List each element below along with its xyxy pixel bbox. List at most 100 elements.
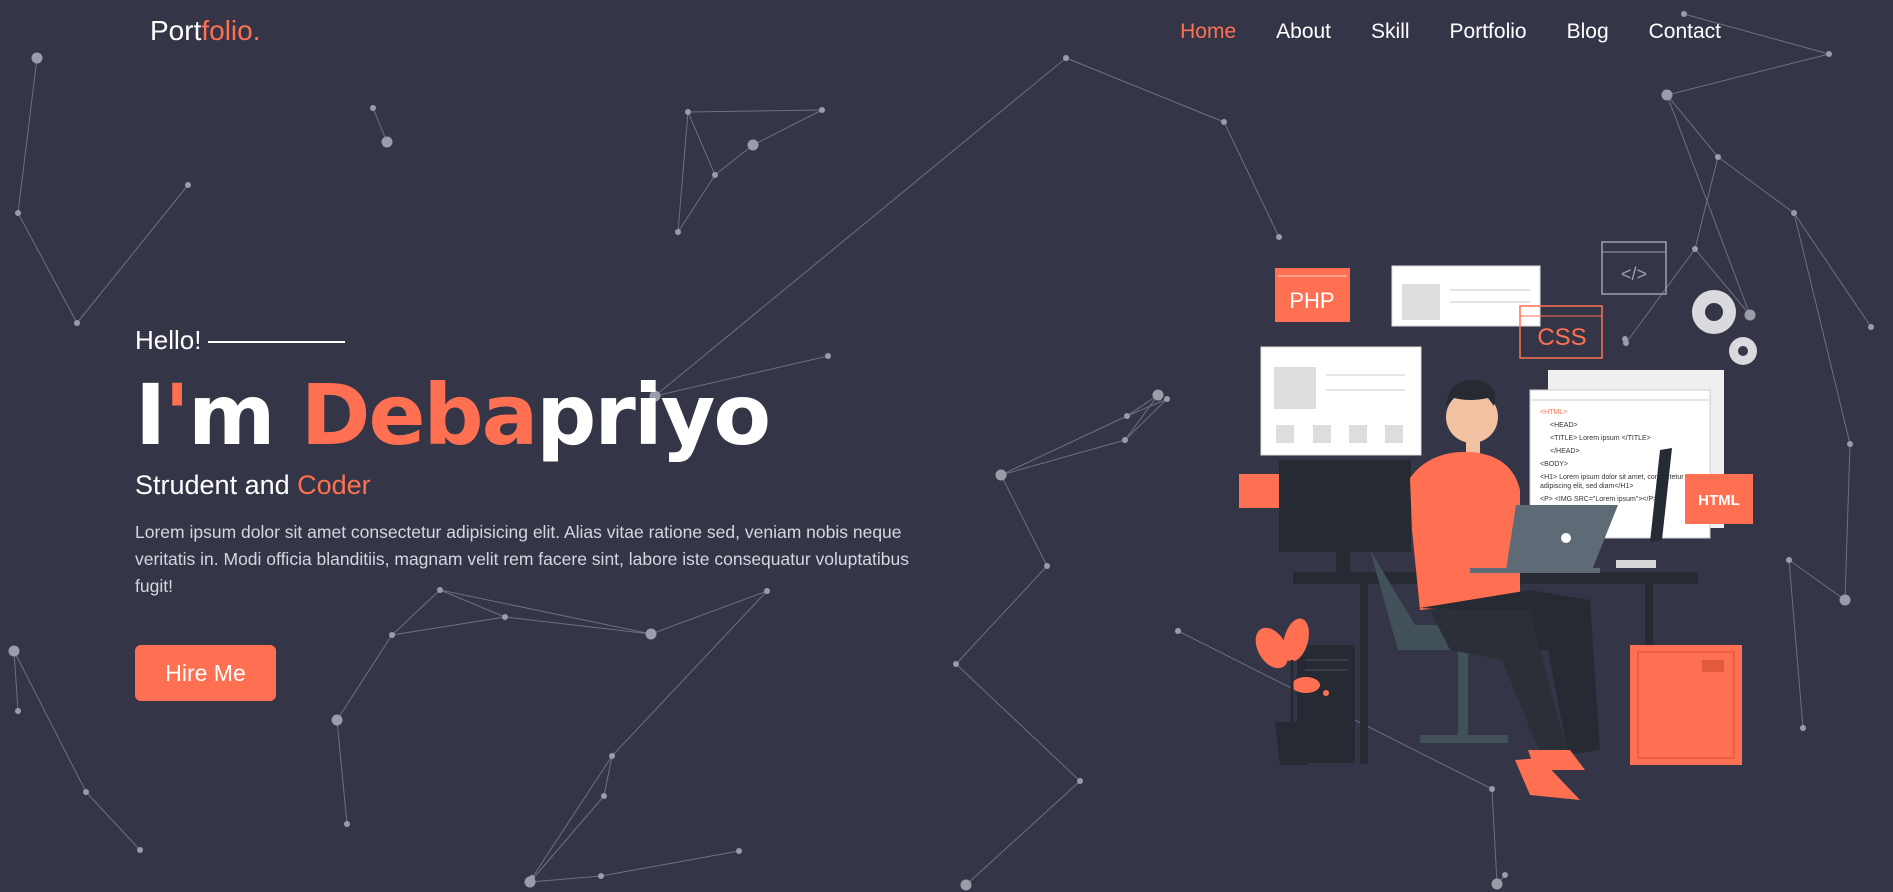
hero-section: Hello! I'm Debapriyo Strudent and Coder … <box>135 325 935 701</box>
nav-skill[interactable]: Skill <box>1371 20 1410 44</box>
code-line: <HEAD> <box>1550 422 1578 429</box>
network-node <box>1152 389 1164 401</box>
network-node <box>370 105 376 111</box>
php-badge: PHP <box>1275 268 1350 322</box>
network-line <box>1223 121 1280 238</box>
logo[interactable]: Portfolio. <box>150 15 261 47</box>
network-node <box>137 847 143 853</box>
greeting-text: Hello! <box>135 325 202 355</box>
gear-icon <box>1692 290 1757 365</box>
network-line <box>1000 439 1126 476</box>
developer-illustration: PHP CSS </> <HTML> <HEAD> <TITLE> Lorem … <box>1239 241 1757 800</box>
network-node <box>15 708 21 714</box>
network-line <box>1124 394 1159 441</box>
network-node <box>609 753 615 759</box>
nav-home[interactable]: Home <box>1180 20 1236 44</box>
navbar: Portfolio. Home About Skill Portfolio Bl… <box>0 0 1893 66</box>
html-label: HTML <box>1698 492 1740 509</box>
network-node <box>712 172 718 178</box>
network-node <box>185 182 191 188</box>
network-node <box>529 875 535 881</box>
network-node <box>601 793 607 799</box>
network-node <box>1122 437 1128 443</box>
nav-contact[interactable]: Contact <box>1649 20 1721 44</box>
network-line <box>504 616 652 635</box>
network-node <box>344 821 350 827</box>
network-node <box>1868 324 1874 330</box>
network-line <box>687 111 716 176</box>
network-node <box>1221 119 1227 125</box>
main-nav: Home About Skill Portfolio Blog Contact <box>1180 20 1721 44</box>
subtitle-plain: Strudent and <box>135 470 298 500</box>
network-node <box>1800 725 1806 731</box>
headline-apostrophe: ' <box>164 366 190 464</box>
network-node <box>1847 441 1853 447</box>
plant <box>1255 618 1320 765</box>
network-line <box>955 565 1048 665</box>
network-line <box>687 109 823 113</box>
network-node <box>74 320 80 326</box>
network-line <box>600 850 740 877</box>
network-node <box>819 107 825 113</box>
php-label: PHP <box>1289 288 1334 313</box>
nav-blog[interactable]: Blog <box>1567 20 1609 44</box>
network-node <box>1044 563 1050 569</box>
code-line: </HEAD> <box>1550 448 1580 455</box>
network-line <box>1065 57 1225 123</box>
network-node <box>1839 594 1851 606</box>
network-line <box>1124 398 1168 441</box>
nav-portfolio[interactable]: Portfolio <box>1450 20 1527 44</box>
code-line: <TITLE> Lorem ipsum </TITLE> <box>1550 435 1651 442</box>
network-node <box>1491 878 1503 890</box>
name-rest: priyo <box>536 366 771 464</box>
network-node <box>331 714 343 726</box>
headline-m: m <box>187 366 301 464</box>
network-node <box>736 848 742 854</box>
monitor <box>1279 460 1411 576</box>
code-line: adipiscing elit, sed diam</H1> <box>1540 483 1633 490</box>
network-node <box>389 632 395 638</box>
code-icon: </> <box>1621 264 1647 284</box>
network-line <box>1844 443 1851 601</box>
network-node <box>1661 89 1673 101</box>
greeting: Hello! <box>135 325 935 356</box>
network-line <box>529 875 602 883</box>
network-node <box>960 879 972 891</box>
code-line: <P> <IMG SRC="Lorem ipsum"></P> <box>1540 496 1657 503</box>
network-line <box>76 184 189 324</box>
network-line <box>372 107 388 143</box>
network-node <box>675 229 681 235</box>
network-line <box>1788 559 1804 729</box>
network-node <box>1077 778 1083 784</box>
network-line <box>1000 415 1128 476</box>
network-node <box>953 661 959 667</box>
cabinet <box>1630 645 1742 765</box>
network-node <box>995 469 1007 481</box>
network-node <box>15 210 21 216</box>
hire-me-button[interactable]: Hire Me <box>135 645 276 701</box>
orange-card <box>1239 474 1279 508</box>
network-node <box>645 628 657 640</box>
network-line <box>1793 212 1851 445</box>
network-node <box>1175 628 1181 634</box>
network-node <box>8 645 20 657</box>
network-line <box>677 174 716 233</box>
network-line <box>965 780 1081 886</box>
subtitle-accent: Coder <box>297 470 371 500</box>
network-line <box>677 111 689 233</box>
hero-subtitle: Strudent and Coder <box>135 470 935 501</box>
greeting-divider <box>208 341 346 343</box>
network-line <box>17 57 38 214</box>
logo-text: Port <box>150 15 202 46</box>
network-line <box>336 634 393 721</box>
network-line <box>529 795 605 883</box>
network-node <box>1164 396 1170 402</box>
nav-about[interactable]: About <box>1276 20 1331 44</box>
network-line <box>955 663 1081 782</box>
logo-accent-text: folio. <box>201 15 261 46</box>
network-node <box>598 873 604 879</box>
network-node <box>1715 154 1721 160</box>
network-node <box>83 789 89 795</box>
name-accent: Deba <box>300 366 539 464</box>
network-line <box>1666 94 1719 158</box>
